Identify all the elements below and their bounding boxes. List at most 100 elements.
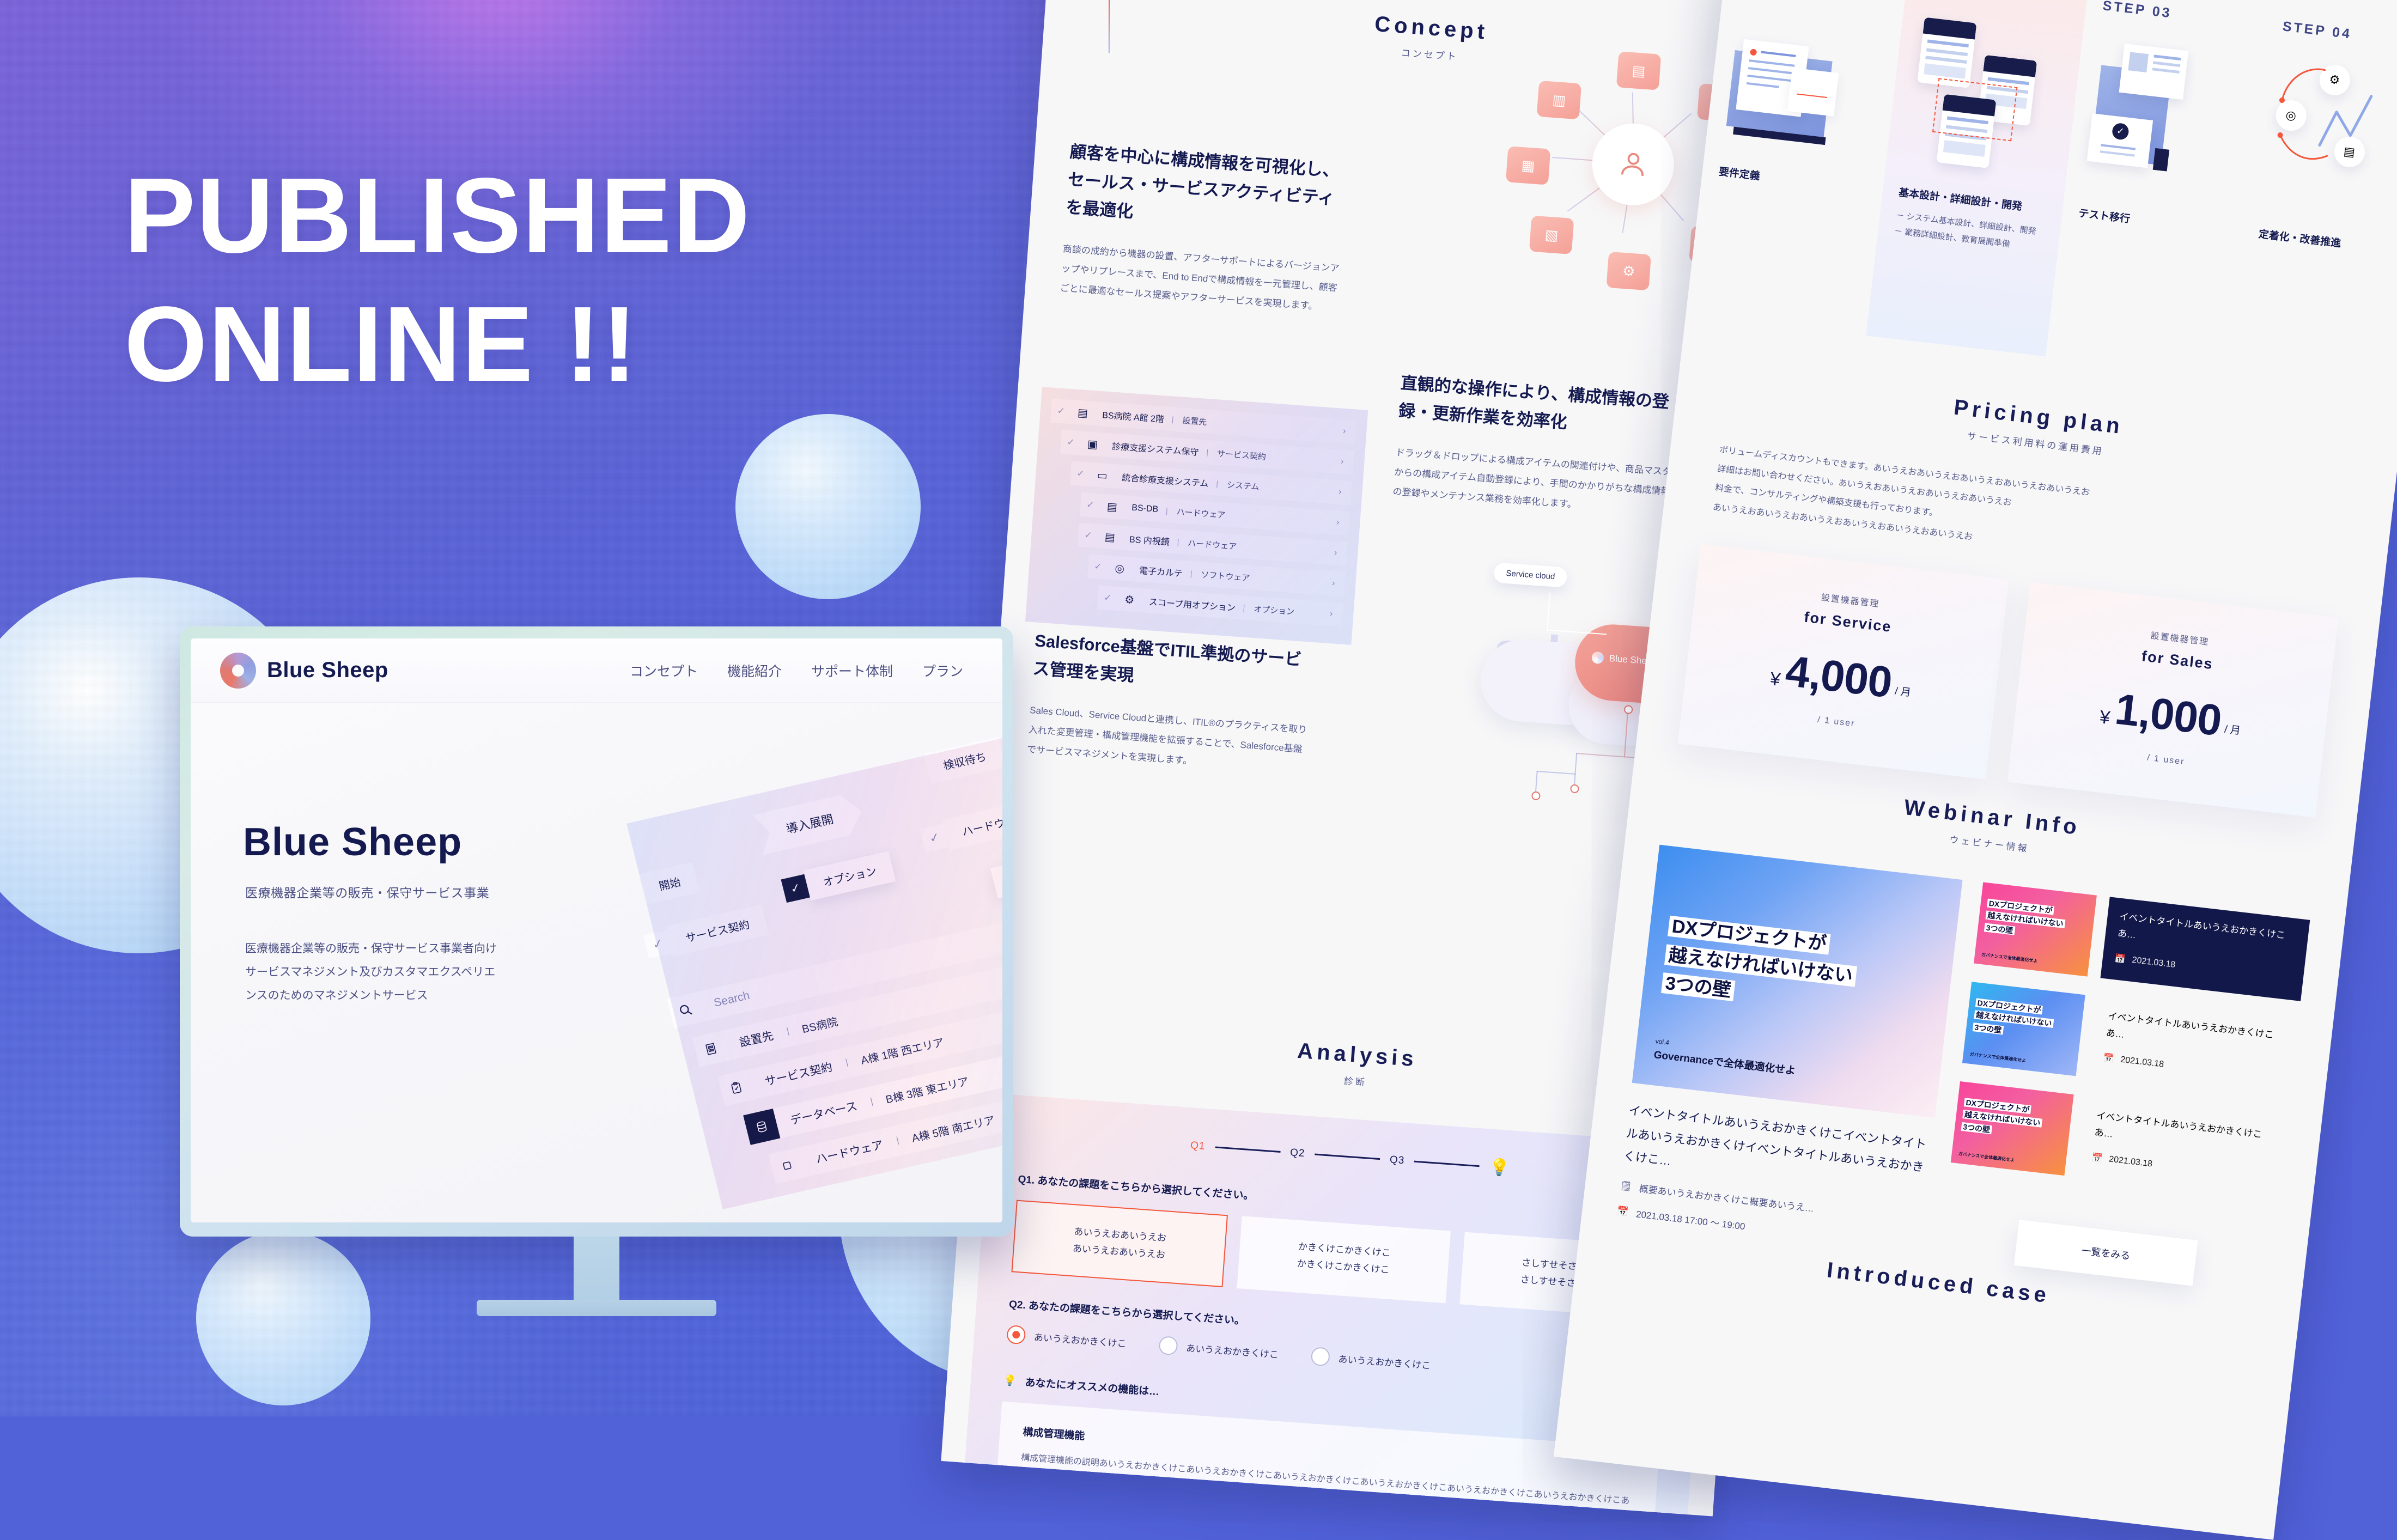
thumb-caption-title: DXプロジェクトが 越えなければいけない 3つの壁	[1961, 1096, 2044, 1142]
flow-chip-start[interactable]: 開始	[639, 862, 700, 905]
step-desc-2: － システム基本設計、詳細設計、開発 － 業務詳細設計、教育展開準備	[1894, 211, 2037, 249]
flow-chip-search[interactable]: 検索	[990, 856, 1002, 899]
step-q2[interactable]: Q2	[1289, 1147, 1305, 1160]
flow-chip-hardware[interactable]: ハードウェア	[942, 798, 1002, 850]
list-item[interactable]: DXプロジェクトが 越えなければいけない 3つの壁 ガバナンスで全体最適化せよ …	[1950, 1081, 2287, 1201]
tree-checkbox[interactable]: ✓	[1078, 529, 1098, 542]
flow-chip-service-contract[interactable]: サービス契約	[665, 904, 769, 957]
view-all-button[interactable]: 一覧をみる	[2013, 1220, 2198, 1286]
step-label-4: STEP 04	[2282, 19, 2353, 42]
steps-band: STEP 01 要件定義 STEP 02	[1686, 0, 2397, 398]
step-q3[interactable]: Q3	[1389, 1154, 1405, 1167]
flow-chip-deploy[interactable]: 導入展開	[752, 792, 867, 855]
pricing-card-sales[interactable]: 設置機器管理 for Sales ¥ 1,000 / 月 / 1 user	[2007, 582, 2339, 818]
nav-item-concept[interactable]: コンセプト	[630, 661, 698, 680]
chevron-right-icon[interactable]: ›	[1319, 608, 1343, 620]
radio-icon[interactable]	[1158, 1336, 1178, 1356]
thumb-line-3: 3つの壁	[1660, 972, 1736, 1002]
pricing-per-1: / 月	[2224, 723, 2241, 737]
tree-name-1: 診療支援システム保守	[1111, 442, 1199, 458]
node-doc-icon: ▧	[1529, 215, 1574, 254]
chevron-right-icon[interactable]: ›	[1322, 578, 1345, 589]
tree-type-0: 設置先	[1182, 416, 1208, 427]
q2-option-1[interactable]: あいうえおかきくけこ	[1158, 1336, 1279, 1363]
tree-checkbox[interactable]: ✓	[1088, 561, 1108, 573]
q1-option-0[interactable]: あいうえおあいうえお あいうえおあいうえお	[1011, 1200, 1228, 1288]
webinar-featured[interactable]: DXプロジェクトが 越えなければいけない 3つの壁 vol.4 Governan…	[1616, 844, 1963, 1255]
webinar-item-title-2: イベントタイトルあいうえおかきくけこあ…	[2094, 1110, 2263, 1140]
monitor-icon: ▭	[1097, 469, 1108, 482]
recommendation-title: あなたにオススメの機能は…	[1024, 1377, 1160, 1398]
chevron-right-icon[interactable]: ›	[1328, 486, 1352, 498]
webinar-item-text: イベントタイトルあいうえおかきくけこあ… 📅 2021.03.18	[2100, 897, 2310, 1001]
chevron-right-icon[interactable]: ›	[1324, 547, 1347, 559]
site-header: Blue Sheep コンセプト 機能紹介 サポート体制 プラン	[191, 638, 1002, 703]
monitor-stand-neck	[574, 1237, 619, 1300]
tree-checkbox[interactable]: ✓	[1070, 467, 1091, 480]
monitor-mockup: Blue Sheep コンセプト 機能紹介 サポート体制 プラン Blue Sh…	[180, 626, 1013, 1316]
tree-type-3: ハードウェア	[1176, 507, 1226, 520]
row-value-0: BS病院	[800, 1015, 839, 1036]
radio-icon[interactable]	[1310, 1347, 1330, 1367]
pricing-card-service[interactable]: 設置機器管理 for Service ¥ 4,000 / 月 / 1 user	[1677, 544, 2009, 780]
tree-type-5: ソフトウェア	[1200, 570, 1250, 583]
webinar-item-title-1: イベントタイトルあいうえおかきくけこあ…	[2105, 1011, 2274, 1040]
step-divider-2	[1315, 1153, 1380, 1160]
featured-thumb-vol: vol.4	[1654, 1037, 1670, 1047]
featured-thumb-title: DXプロジェクトが 越えなければいけない 3つの壁	[1660, 912, 1861, 1019]
monitor-screen: Blue Sheep コンセプト 機能紹介 サポート体制 プラン Blue Sh…	[191, 638, 1002, 1222]
webinar-section: Webinar Info ウェビナー情報 DXプロジェクトが 越えなければいけな…	[1581, 764, 2353, 1298]
tree-checkbox[interactable]: ✓	[1098, 592, 1118, 604]
tree-type-1: サービス契約	[1216, 448, 1267, 462]
nav-item-plan[interactable]: プラン	[922, 661, 963, 680]
monitor-stand-base	[477, 1300, 716, 1316]
tree-checkbox[interactable]: ✓	[1051, 405, 1071, 417]
brand-logo[interactable]: Blue Sheep	[220, 652, 388, 689]
tree-checkbox[interactable]: ✓	[1080, 499, 1100, 512]
flow-chip-option[interactable]: オプション	[803, 851, 896, 901]
calendar-icon: 📅	[2102, 1053, 2115, 1064]
database-icon: ▤	[1106, 500, 1118, 514]
webinar-item-text: イベントタイトルあいうえおかきくけこあ… 📅 2021.03.18	[2077, 1096, 2287, 1201]
feature2-title: 直観的な操作により、構成情報の登録・更新作業を効率化	[1398, 373, 1670, 433]
q2-option-0[interactable]: あいうえおかきくけこ	[1006, 1325, 1127, 1352]
row-value-3: A棟 5階 南エリア	[910, 1114, 996, 1145]
salesforce-body: Sales Cloud、Service Cloudと連携し、ITIL®のプラクテ…	[1026, 705, 1307, 766]
q1-option-1[interactable]: かきくけこかきくけこ かきくけこかきくけこ	[1237, 1216, 1451, 1304]
node-gear-icon: ⚙	[1606, 251, 1651, 291]
step-divider-1	[1215, 1146, 1281, 1153]
database-icon: ▤	[1104, 531, 1116, 544]
radio-selected-icon[interactable]	[1006, 1325, 1026, 1345]
nav-item-features[interactable]: 機能紹介	[727, 661, 782, 680]
pill-service-cloud: Service cloud	[1493, 562, 1568, 588]
search-input[interactable]: Search	[699, 986, 765, 1013]
chevron-right-icon[interactable]: ›	[1333, 426, 1356, 437]
tree-checkbox[interactable]: ✓	[1061, 436, 1081, 449]
chevron-right-icon[interactable]: ›	[1330, 456, 1354, 467]
webinar-item-date-0: 2021.03.18	[2131, 955, 2176, 970]
pricing-currency-1: ¥	[2098, 706, 2112, 728]
flow-chip-accept[interactable]: 検収待ち	[923, 736, 1002, 784]
q2-option-2[interactable]: あいうえおかきくけこ	[1310, 1347, 1432, 1374]
webinar-grid: DXプロジェクトが 越えなければいけない 3つの壁 vol.4 Governan…	[1581, 841, 2345, 1298]
step-label-3: STEP 03	[2102, 0, 2173, 21]
node-ram-icon: ▥	[1536, 80, 1582, 120]
nav-item-support[interactable]: サポート体制	[811, 661, 893, 680]
concept-body: 商談の成約から機器の設置、アフターサポートによるバージョンアップやリプレースまで…	[1060, 244, 1340, 312]
thumb-caption-title: DXプロジェクトが 越えなければいけない 3つの壁	[1972, 996, 2055, 1042]
webinar-item-title-0: イベントタイトルあいうえおかきくけこあ…	[2117, 911, 2286, 941]
webinar-featured-thumbnail: DXプロジェクトが 越えなければいけない 3つの壁 vol.4 Governan…	[1632, 844, 1963, 1118]
list-item[interactable]: DXプロジェクトが 越えなければいけない 3つの壁 ガバナンスで全体最適化せよ …	[1974, 882, 2310, 1001]
chevron-right-icon[interactable]: ›	[1326, 517, 1349, 528]
step-q1[interactable]: Q1	[1190, 1140, 1206, 1153]
hardware-icon	[769, 1148, 806, 1184]
list-item[interactable]: DXプロジェクトが 越えなければいけない 3つの壁 ガバナンスで全体最適化せよ …	[1962, 982, 2298, 1100]
thumb-line-3: 3つの壁	[1984, 923, 2016, 935]
brand-name: Blue Sheep	[267, 658, 388, 682]
featured-date: 2021.03.18 17:00 ～ 19:00	[1635, 1209, 1746, 1232]
webinar-item-date-2: 2021.03.18	[2108, 1154, 2153, 1169]
row-value-2: B棟 3階 東エリア	[884, 1075, 970, 1106]
pricing-amount-0: 4,000	[1783, 646, 1895, 707]
pricing-amount-1: 1,000	[2113, 684, 2224, 745]
thumb-line-3: 3つの壁	[1972, 1022, 2004, 1035]
